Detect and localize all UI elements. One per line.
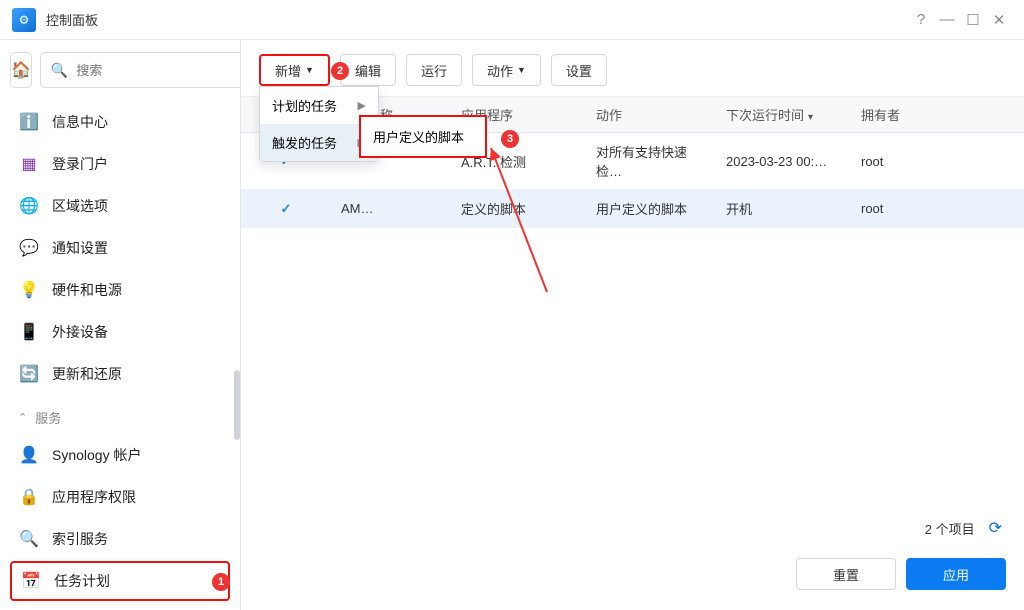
help-icon[interactable]: ? (908, 7, 934, 33)
sidebar-item-region[interactable]: 🌐 区域选项 (10, 186, 230, 226)
cell-name: AM… (331, 190, 451, 228)
caret-down-icon: ▼ (305, 65, 314, 75)
window-title: 控制面板 (46, 10, 98, 29)
search-box[interactable]: 🔍 (40, 52, 241, 88)
update-icon: 🔄 (18, 363, 40, 385)
lock-icon: 🔒 (18, 486, 40, 508)
annotation-2: 2 (331, 62, 349, 80)
run-button[interactable]: 运行 (406, 54, 462, 86)
external-icon: 📱 (18, 321, 40, 343)
status-bar: 2 个项目 ⟳ (241, 508, 1024, 548)
chevron-right-icon: ▶ (358, 99, 366, 112)
search-icon: 🔍 (51, 62, 68, 79)
check-icon[interactable]: ✓ (281, 201, 292, 216)
col-owner[interactable]: 拥有者 (851, 97, 1004, 133)
annotation-1: 1 (212, 573, 230, 591)
sidebar-item-hardware[interactable]: 💡 硬件和电源 (10, 270, 230, 310)
home-button[interactable]: 🏠 (10, 52, 32, 88)
sidebar: 🏠 🔍 ℹ️ 信息中心 ▦ 登录门户 🌐 区域选项 💬 通知设置 💡 硬件和电源 (0, 40, 241, 610)
sidebar-item-notify[interactable]: 💬 通知设置 (10, 228, 230, 268)
footer: 重置 应用 (241, 548, 1024, 610)
app-icon: ⚙ (12, 8, 36, 32)
account-icon: 👤 (18, 444, 40, 466)
sidebar-item-index[interactable]: 🔍 索引服务 (10, 519, 230, 559)
minimize-icon[interactable]: — (934, 7, 960, 33)
dropdown-item-user-script[interactable]: 用户定义的脚本 (361, 117, 485, 156)
sidebar-label: 通知设置 (52, 238, 108, 258)
sidebar-item-update[interactable]: 🔄 更新和还原 (10, 354, 230, 394)
table-row[interactable]: ✓ AM… 定义的脚本 用户定义的脚本 开机 root (241, 190, 1024, 228)
notify-icon: 💬 (18, 237, 40, 259)
cell-action: 用户定义的脚本 (586, 190, 716, 228)
apply-button[interactable]: 应用 (906, 558, 1006, 590)
cell-app: 定义的脚本 (451, 190, 586, 228)
cell-next: 2023-03-23 00:… (716, 133, 851, 190)
portal-icon: ▦ (18, 153, 40, 175)
caret-down-icon: ▼ (517, 65, 526, 75)
region-icon: 🌐 (18, 195, 40, 217)
cell-owner: root (851, 190, 1004, 228)
maximize-icon[interactable]: ☐ (960, 7, 986, 33)
index-icon: 🔍 (18, 528, 40, 550)
content-panel: 新增 ▼ 2 编辑 运行 动作 ▼ 设置 计划的任务 ▶ 触发的任务 ▶ (241, 40, 1024, 610)
titlebar: ⚙ 控制面板 ? — ☐ ✕ (0, 0, 1024, 40)
sidebar-item-portal[interactable]: ▦ 登录门户 (10, 144, 230, 184)
chevron-down-icon: ⌃ (18, 411, 27, 424)
sidebar-label: 索引服务 (52, 529, 108, 549)
sidebar-item-app-perm[interactable]: 🔒 应用程序权限 (10, 477, 230, 517)
sidebar-item-info[interactable]: ℹ️ 信息中心 (10, 102, 230, 142)
settings-button[interactable]: 设置 (551, 54, 607, 86)
action-button[interactable]: 动作 ▼ (472, 54, 541, 86)
sidebar-label: Synology 帐户 (52, 445, 141, 465)
calendar-icon: 📅 (20, 570, 42, 592)
sidebar-item-external[interactable]: 📱 外接设备 (10, 312, 230, 352)
sidebar-item-syno-account[interactable]: 👤 Synology 帐户 (10, 435, 230, 475)
reset-button[interactable]: 重置 (796, 558, 896, 590)
item-count: 2 个项目 (925, 519, 975, 538)
info-icon: ℹ️ (18, 111, 40, 133)
close-icon[interactable]: ✕ (986, 7, 1012, 33)
sidebar-label: 应用程序权限 (52, 487, 136, 507)
sidebar-label: 登录门户 (52, 154, 108, 174)
sidebar-item-task-scheduler[interactable]: 📅 任务计划 1 (10, 561, 230, 601)
cell-action: 对所有支持快速检… (586, 133, 716, 190)
reload-icon[interactable]: ⟳ (989, 518, 1002, 538)
col-next-run[interactable]: 下次运行时间 (716, 97, 851, 133)
cell-next: 开机 (716, 190, 851, 228)
sidebar-label: 任务计划 (54, 571, 110, 591)
sidebar-label: 外接设备 (52, 322, 108, 342)
annotation-3: 3 (501, 130, 519, 148)
section-header-services[interactable]: ⌃ 服务 (10, 400, 230, 435)
cell-owner: root (851, 133, 1004, 190)
triggered-submenu: 用户定义的脚本 (359, 115, 487, 158)
sidebar-label: 更新和还原 (52, 364, 122, 384)
add-label: 新增 (275, 61, 301, 80)
sidebar-label: 区域选项 (52, 196, 108, 216)
add-button[interactable]: 新增 ▼ (259, 54, 330, 86)
col-action[interactable]: 动作 (586, 97, 716, 133)
scrollbar-thumb[interactable] (234, 370, 240, 440)
search-input[interactable] (76, 63, 241, 78)
section-label: 服务 (35, 408, 61, 427)
sidebar-label: 信息中心 (52, 112, 108, 132)
sidebar-label: 硬件和电源 (52, 280, 122, 300)
hardware-icon: 💡 (18, 279, 40, 301)
